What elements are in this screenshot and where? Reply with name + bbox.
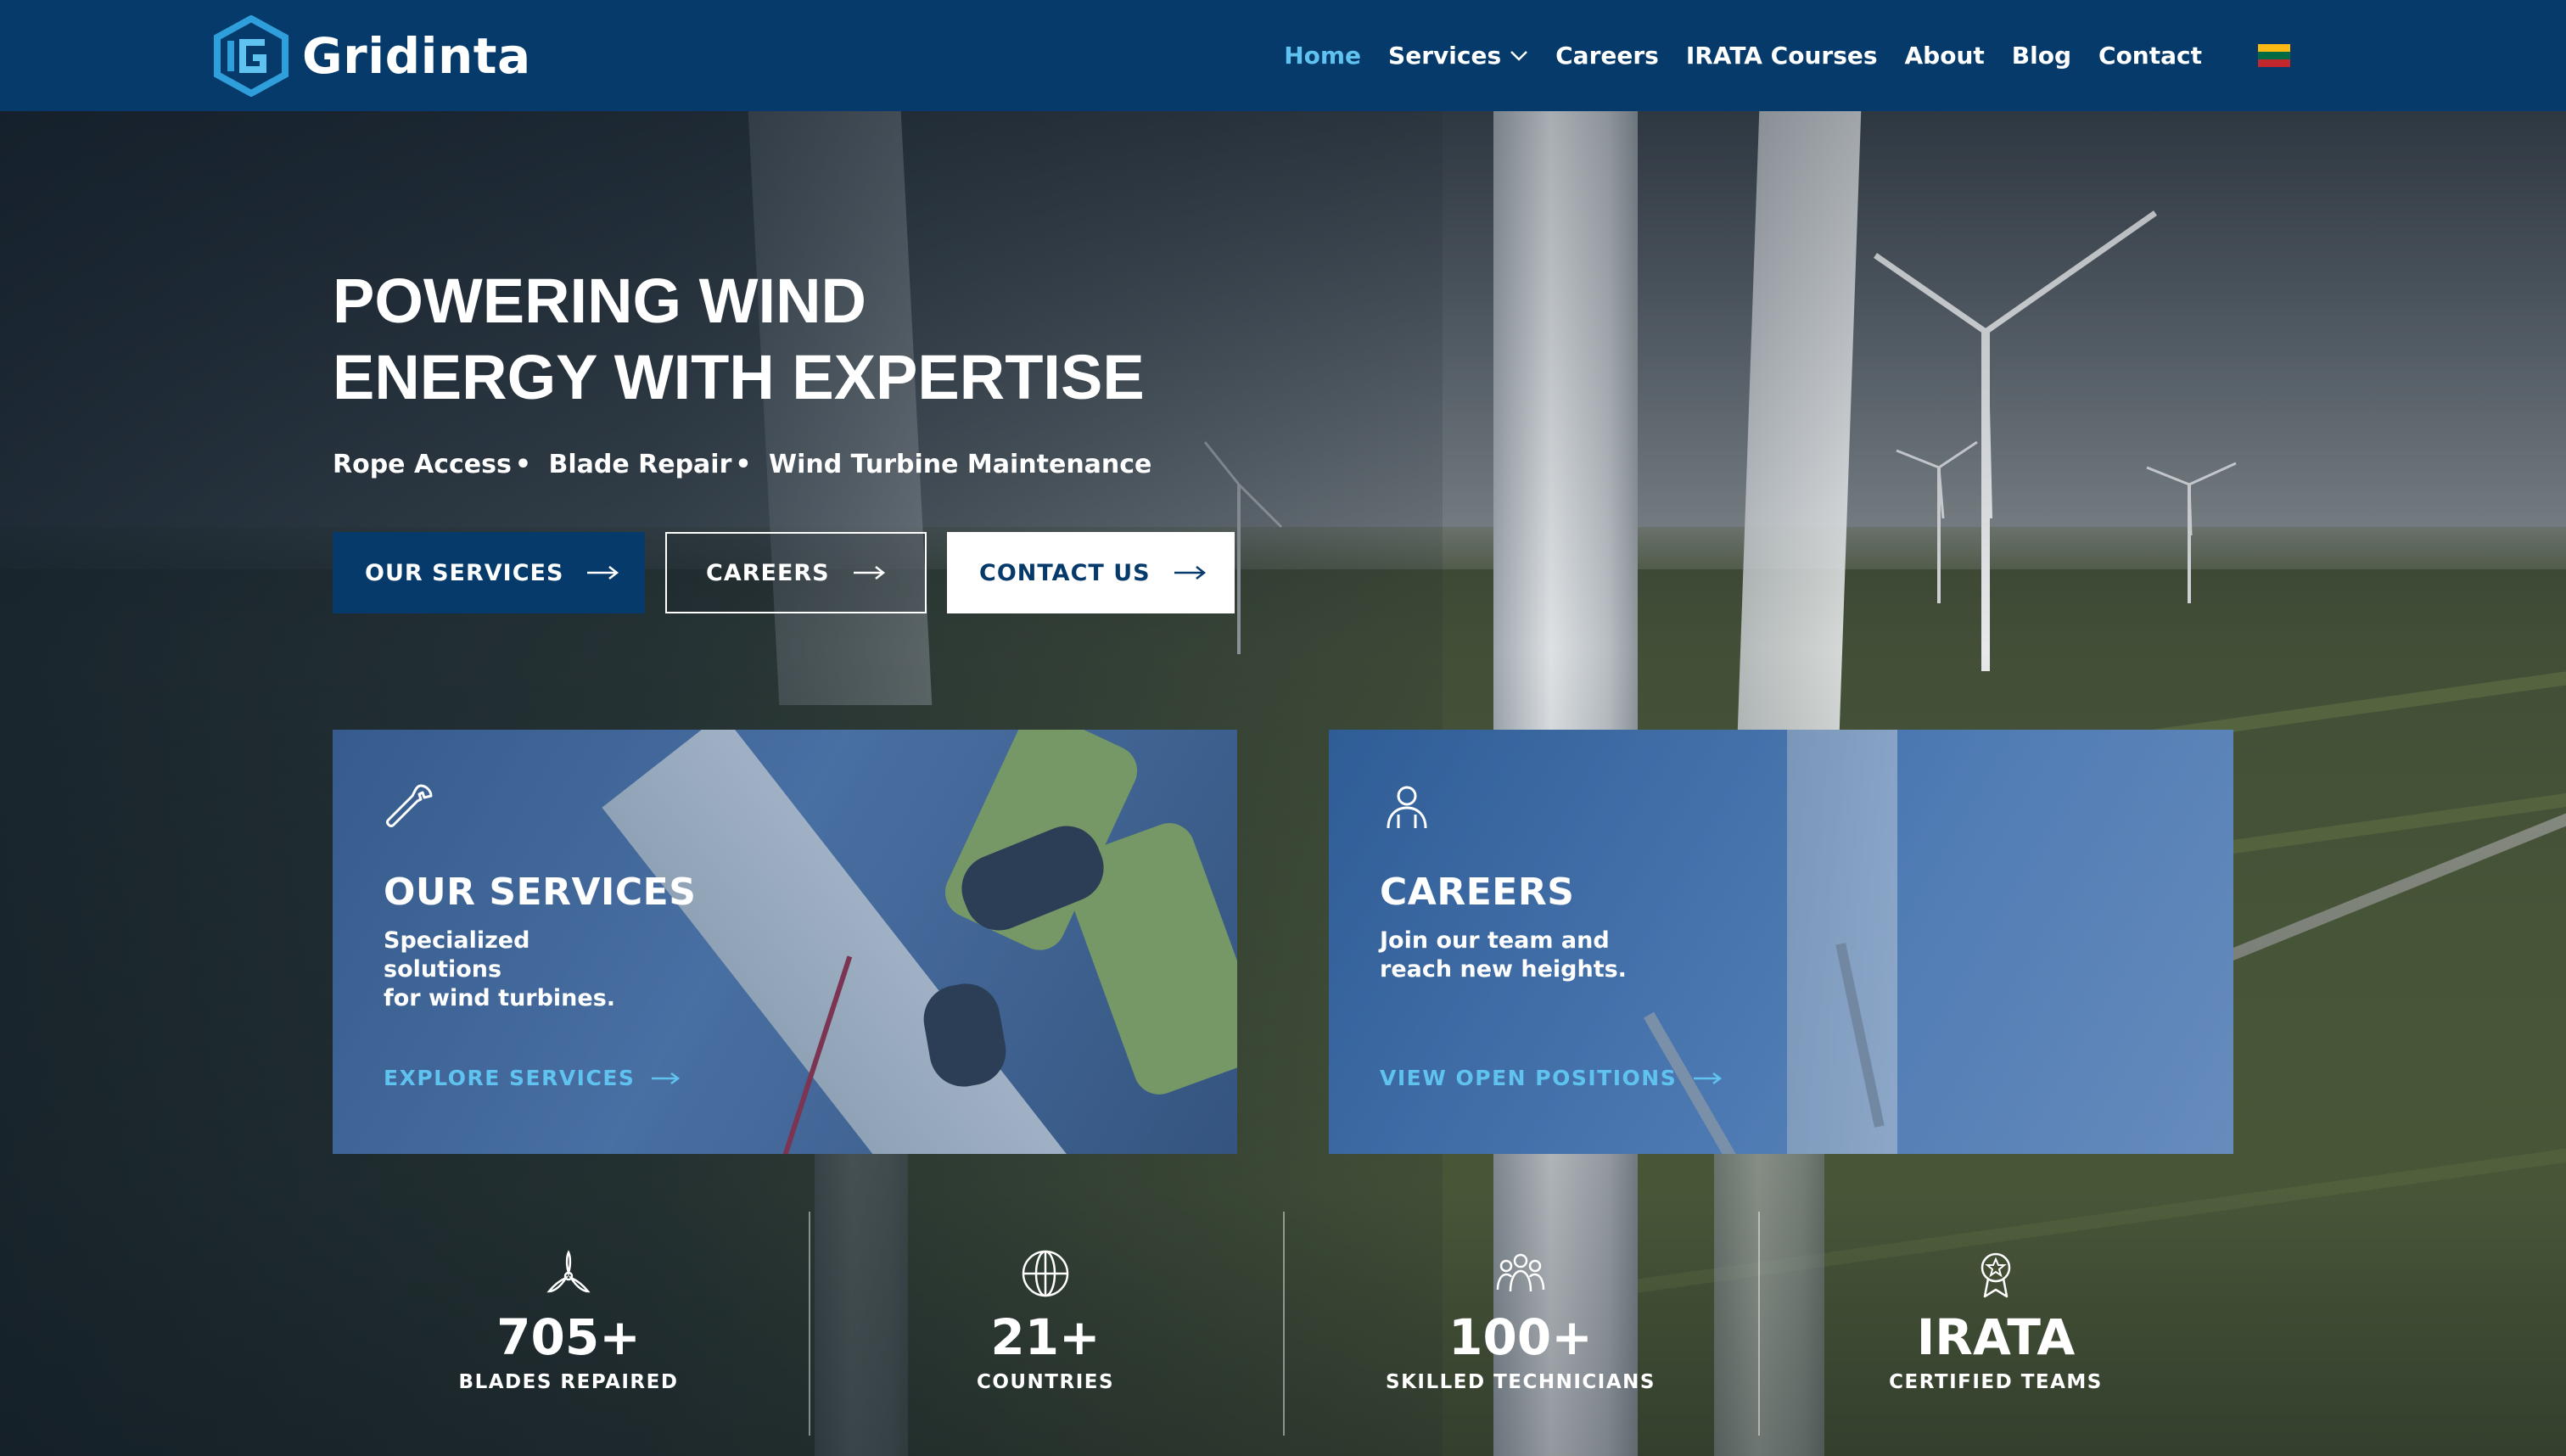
careers-card[interactable]: CAREERS Join our team and reach new heig… (1329, 730, 2233, 1154)
hero-title-line1: POWERING WIND (333, 266, 866, 336)
stat-label: SKILLED TECHNICIANS (1386, 1371, 1656, 1393)
nav-home[interactable]: Home (1284, 42, 1361, 70)
careers-card-title: CAREERS (1380, 871, 1575, 914)
stat-divider (1758, 1212, 1760, 1436)
nav-services-label: Services (1388, 42, 1502, 70)
site-header: Gridinta Home Services Careers IRATA Cou… (0, 0, 2566, 111)
stat-value: 705+ (496, 1308, 641, 1366)
subtitle-separator: • (514, 450, 532, 479)
stat-countries: 21+ COUNTRIES (876, 1247, 1215, 1393)
careers-button[interactable]: CAREERS (665, 532, 927, 613)
hero-title: POWERING WIND ENERGY WITH EXPERTISE (333, 263, 1266, 416)
arrow-right-icon (1694, 1072, 1723, 1084)
explore-services-link-label: EXPLORE SERVICES (384, 1066, 636, 1090)
gridinta-logo-icon (214, 15, 289, 97)
nav-about[interactable]: About (1905, 42, 1985, 70)
globe-icon (1022, 1250, 1069, 1297)
stat-label: CERTIFIED TEAMS (1889, 1371, 2103, 1393)
nav-careers[interactable]: Careers (1555, 42, 1659, 70)
services-card-desc-line2: for wind turbines. (384, 985, 616, 1011)
careers-card-description: Join our team and reach new heights. (1380, 927, 1651, 984)
explore-services-link[interactable]: EXPLORE SERVICES (384, 1066, 681, 1090)
turbine-icon (546, 1250, 591, 1293)
subtitle-separator: • (735, 450, 752, 479)
careers-card-desc-line1: Join our team and (1380, 927, 1610, 954)
contact-us-button-label: CONTACT US (979, 559, 1151, 586)
careers-button-label: CAREERS (706, 559, 830, 586)
flag-stripe-yellow (2258, 43, 2290, 52)
stat-value: 21+ (990, 1308, 1101, 1366)
brand-name: Gridinta (302, 27, 531, 85)
subtitle-item-maintenance: Wind Turbine Maintenance (769, 450, 1152, 479)
stat-divider (809, 1212, 810, 1436)
stat-certified-teams: IRATA CERTIFIED TEAMS (1826, 1247, 2165, 1393)
services-card-desc-line1: Specialized solutions (384, 927, 530, 983)
services-card-description: Specialized solutions for wind turbines. (384, 927, 655, 1013)
stat-label: COUNTRIES (976, 1371, 1115, 1393)
our-services-button-label: OUR SERVICES (365, 559, 564, 586)
arrow-right-icon (652, 1072, 681, 1084)
services-card[interactable]: OUR SERVICES Specialized solutions for w… (333, 730, 1237, 1154)
arrow-right-icon (853, 566, 885, 580)
our-services-button[interactable]: OUR SERVICES (333, 532, 645, 613)
certificate-icon (1981, 1252, 2011, 1298)
nav-blog[interactable]: Blog (2012, 42, 2071, 70)
view-open-positions-link-label: VIEW OPEN POSITIONS (1380, 1066, 1678, 1090)
wrench-icon (386, 784, 433, 827)
stat-skilled-technicians: 100+ SKILLED TECHNICIANS (1351, 1247, 1690, 1393)
hero-title-line2: ENERGY WITH EXPERTISE (333, 342, 1145, 412)
stat-value: 100+ (1448, 1308, 1593, 1366)
nav-irata-courses[interactable]: IRATA Courses (1686, 42, 1878, 70)
flag-stripe-red (2258, 59, 2290, 68)
stat-label: BLADES REPAIRED (458, 1371, 679, 1393)
contact-us-button[interactable]: CONTACT US (947, 532, 1235, 613)
stat-blades-repaired: 705+ BLADES REPAIRED (399, 1247, 738, 1393)
lithuania-flag-icon[interactable] (2258, 43, 2290, 68)
stat-divider (1283, 1212, 1285, 1436)
stat-value: IRATA (1916, 1308, 2076, 1366)
view-open-positions-link[interactable]: VIEW OPEN POSITIONS (1380, 1066, 1723, 1090)
services-card-title: OUR SERVICES (384, 871, 697, 914)
subtitle-item-blade-repair: Blade Repair (548, 450, 732, 479)
arrow-right-icon (587, 566, 619, 580)
logo[interactable]: Gridinta (212, 14, 531, 98)
careers-card-desc-line2: reach new heights. (1380, 956, 1627, 983)
nav-services[interactable]: Services (1388, 42, 1528, 70)
person-icon (1387, 786, 1427, 829)
main-nav: Home Services Careers IRATA Courses Abou… (1257, 0, 2290, 111)
hero-subtitle: Rope Access • Blade Repair • Wind Turbine … (333, 450, 1151, 479)
arrow-right-icon (1174, 566, 1206, 580)
chevron-down-icon (1510, 50, 1528, 61)
team-icon (1496, 1253, 1545, 1292)
flag-stripe-green (2258, 51, 2290, 60)
nav-contact[interactable]: Contact (2098, 42, 2202, 70)
subtitle-item-rope-access: Rope Access (333, 450, 512, 479)
